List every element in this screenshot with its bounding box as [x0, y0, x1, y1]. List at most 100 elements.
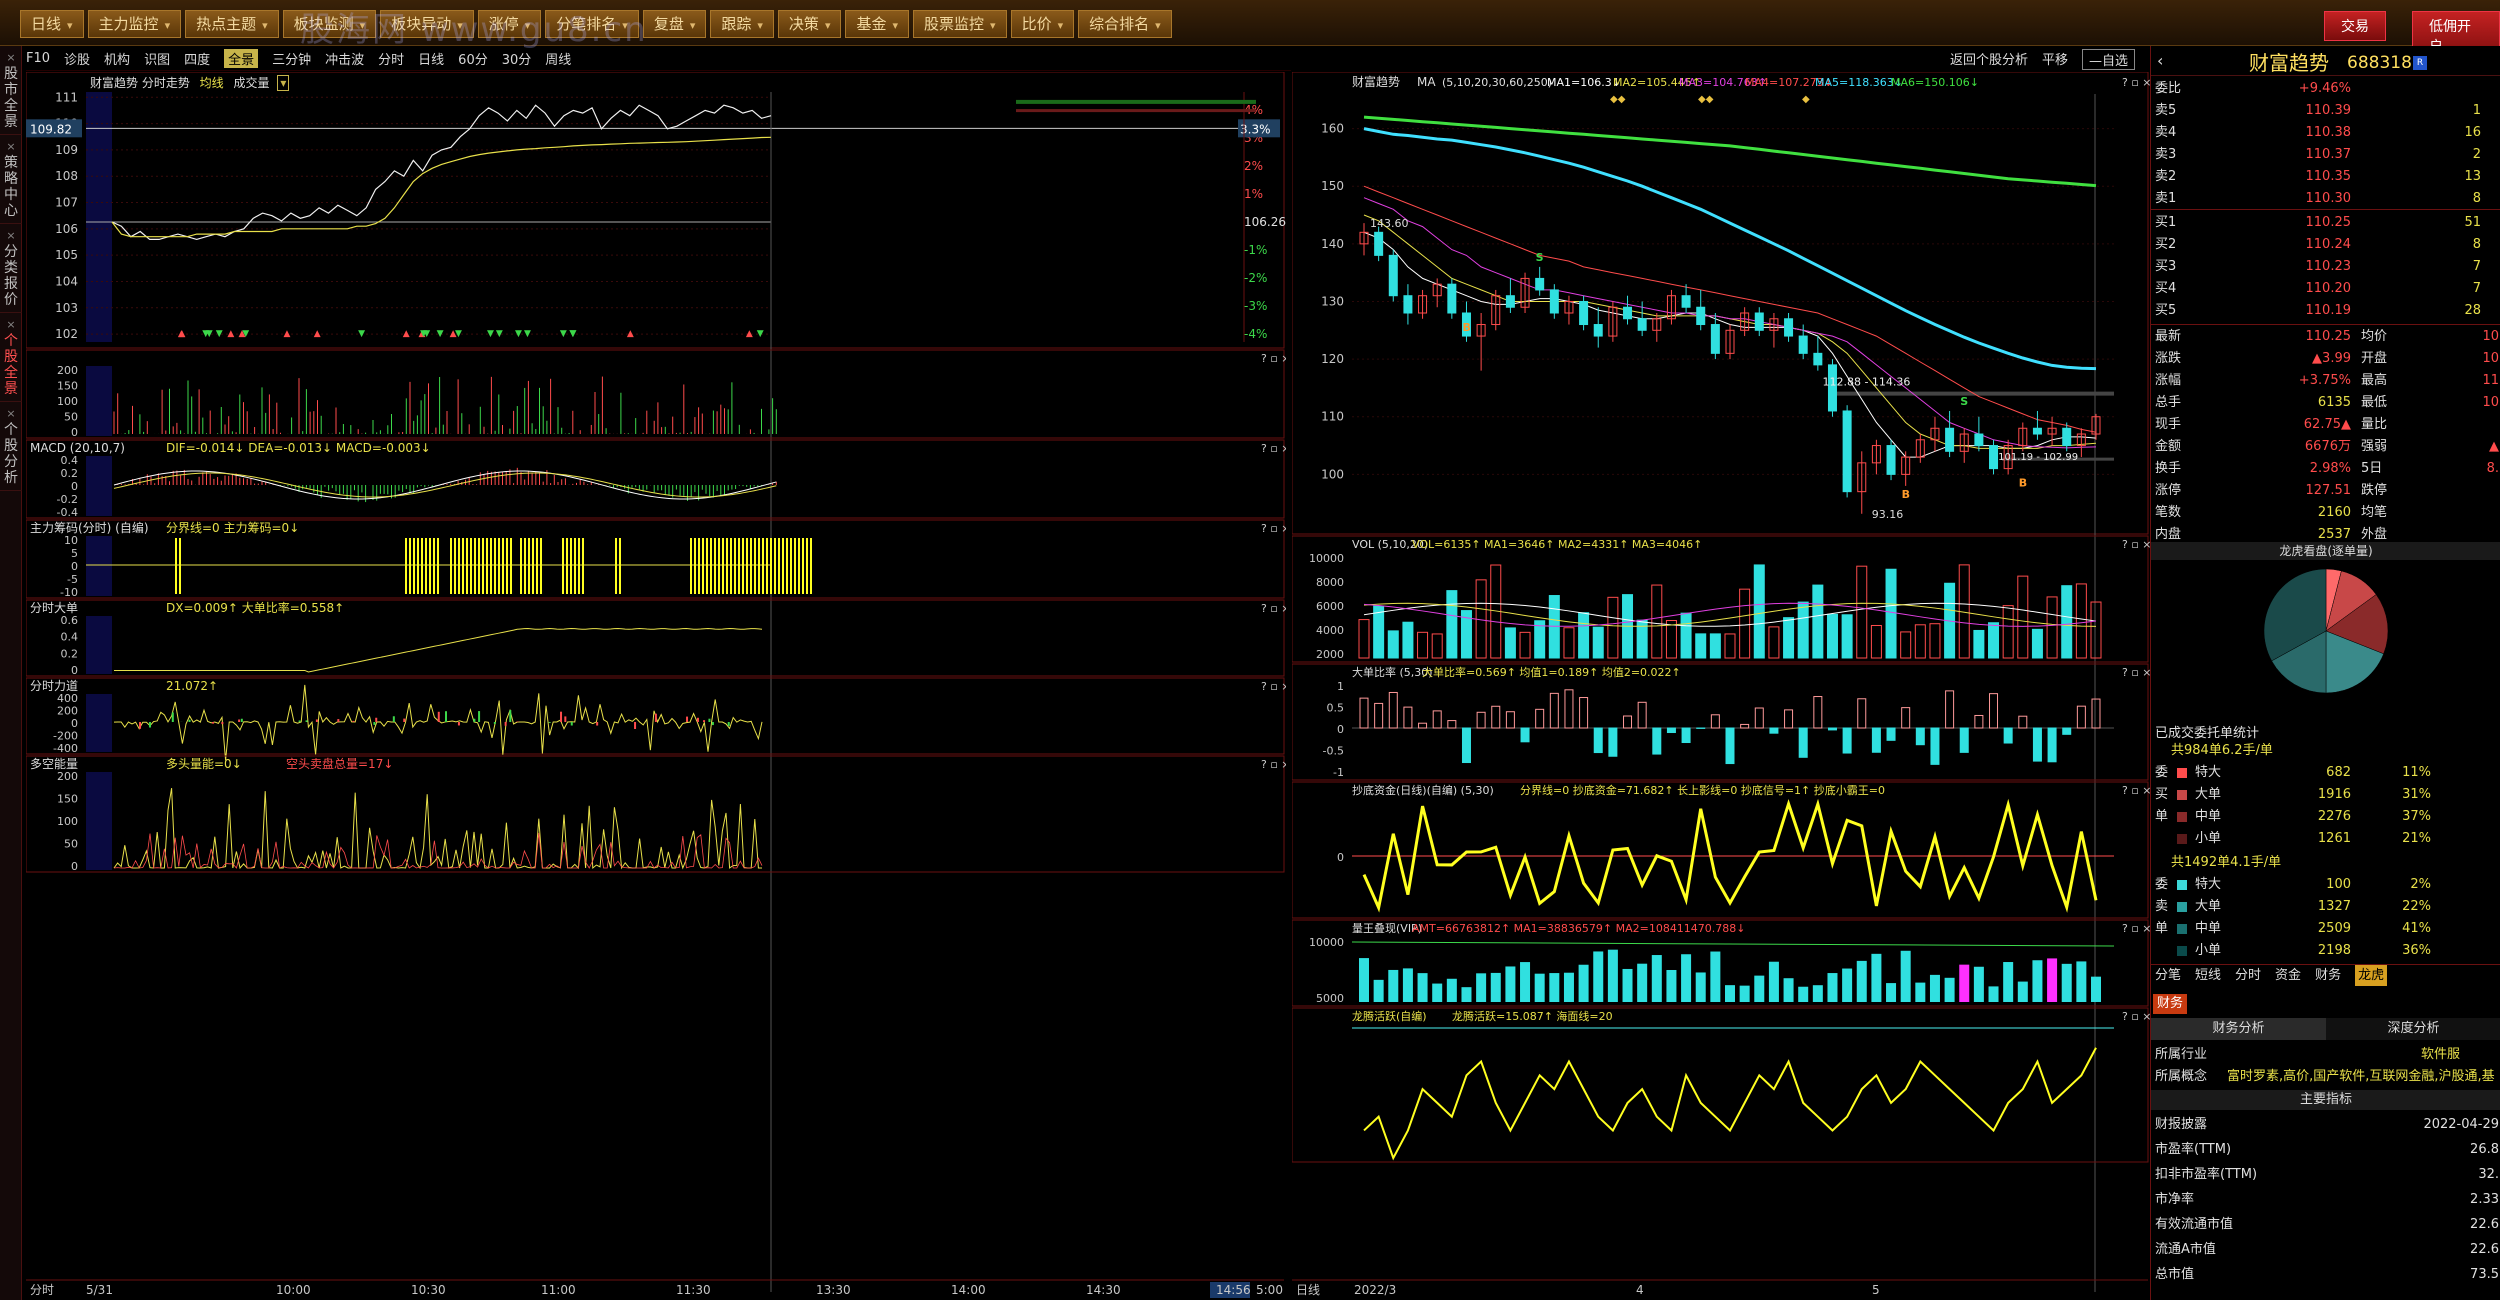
ribbon-button[interactable]: 基金 ▾ [845, 10, 910, 38]
stat-label: 涨跌 [2155, 351, 2182, 366]
ribbon-button[interactable]: 综合排名 ▾ [1078, 10, 1172, 38]
toolbar-item[interactable]: 冲击波 [325, 49, 364, 68]
ribbon-button[interactable]: 跟踪 ▾ [710, 10, 774, 38]
ribbon-button[interactable]: 热点主题 ▾ [185, 10, 279, 38]
stat-value-2: 11 [2482, 373, 2499, 388]
price-tick: 120 [1321, 352, 1344, 366]
toolbar-right-item[interactable]: —自选 [2082, 49, 2136, 70]
toolbar-item[interactable]: 日线 [418, 49, 444, 68]
sub-pane-values: 大单比率=0.569↑ 均值1=0.189↑ 均值2=0.022↑ [1422, 665, 1681, 679]
sub-pane-tick: -200 [53, 730, 78, 743]
time-tick: 14:30 [1086, 1283, 1121, 1297]
amt-bar [1959, 964, 1970, 1002]
toolbar-item[interactable]: 60分 [458, 49, 488, 68]
finance-subtab[interactable]: 深度分析 [2326, 1018, 2500, 1040]
toolbar-item[interactable]: 全景 [224, 49, 259, 68]
ask-row: 卖3 110.37 2 [2151, 144, 2500, 166]
pie-title: 龙虎看盘(逐单量) [2151, 542, 2500, 560]
left-tab[interactable]: × 策略中心 [0, 135, 22, 224]
toolbar-item[interactable]: 30分 [502, 49, 532, 68]
toolbar-item[interactable]: 三分钟 [272, 49, 311, 68]
ribbon-button[interactable]: 日线 ▾ [20, 10, 84, 38]
back-icon[interactable]: ‹ [2157, 50, 2163, 72]
quote-tab[interactable]: 资金 [2275, 965, 2301, 986]
ribbon-button[interactable]: 复盘 ▾ [642, 10, 707, 38]
toolbar-item[interactable]: 分时 [378, 49, 404, 68]
toolbar-item[interactable]: 四度 [184, 49, 210, 68]
big-order-bar [1476, 711, 1486, 729]
order-pct: 41% [2402, 921, 2431, 936]
big-order-bar [1491, 705, 1501, 729]
toolbar-item[interactable]: 诊股 [64, 49, 90, 68]
toolbar-item[interactable]: 机构 [104, 49, 130, 68]
stat-label-2: 均笔 [2361, 505, 2388, 520]
candle-body [1696, 306, 1706, 326]
big-order-bar [1432, 710, 1442, 729]
ribbon-button[interactable]: 主力监控 ▾ [87, 10, 182, 38]
high-label: 143.60 [1370, 217, 1409, 230]
finance-tab[interactable]: 财务 [2153, 994, 2188, 1014]
close-icon[interactable]: × [0, 406, 22, 422]
legend-swatch-icon [2177, 812, 2187, 822]
close-icon[interactable]: × [0, 317, 22, 333]
left-tab[interactable]: × 股市全景 [0, 46, 22, 135]
time-tick: 10:00 [276, 1283, 311, 1297]
amt-bar [1988, 986, 1999, 1002]
trade-button[interactable]: 交易 [2324, 11, 2386, 41]
toolbar-item[interactable]: 识图 [144, 49, 170, 68]
toolbar-item[interactable]: 周线 [545, 49, 571, 68]
toolbar-right-item[interactable]: 平移 [2042, 49, 2068, 70]
left-tab[interactable]: × 个股分析 [0, 402, 22, 491]
fin-value: 73.5 [2470, 1267, 2499, 1282]
amt-bar [1827, 973, 1838, 1002]
close-icon[interactable]: × [0, 50, 22, 66]
vol-ma-line [1363, 602, 2097, 627]
big-order-bar [1930, 727, 1940, 765]
ribbon-button[interactable]: 决策 ▾ [777, 10, 842, 38]
fin-value: 22.6 [2470, 1242, 2499, 1257]
sub-pane-tick: 5 [71, 547, 78, 560]
bid-volume: 7 [2472, 281, 2481, 296]
stat-value: 2.98% [2309, 461, 2351, 476]
volume-bar [1563, 627, 1575, 659]
volume-bar [1929, 623, 1941, 659]
bid-price: 110.24 [2305, 237, 2352, 252]
sub-pane-tick: 0.2 [61, 647, 79, 660]
chevron-down-icon: ▾ [757, 19, 763, 32]
quote-tab[interactable]: 龙虎 [2355, 965, 2388, 986]
bid-price: 110.19 [2305, 303, 2352, 318]
stat-value-2: 10 [2482, 329, 2499, 344]
order-size: 特大 [2195, 877, 2222, 892]
close-icon[interactable]: × [0, 228, 22, 244]
quote-tab[interactable]: 短线 [2195, 965, 2221, 986]
stat-label: 最新 [2155, 329, 2182, 344]
volume-bar [2031, 628, 2043, 659]
concept-value: 富时罗素,高价,国产软件,互联网金融,沪股通,基 [2227, 1069, 2495, 1084]
ribbon-button[interactable]: 比价 ▾ [1010, 10, 1075, 38]
sub-pane-border [26, 349, 1285, 439]
amt-ma-line [1351, 941, 2115, 947]
ribbon-label: 基金 [856, 15, 887, 33]
quote-tab[interactable]: 财务 [2315, 965, 2341, 986]
toolbar-right-item[interactable]: 返回个股分析 [1950, 49, 2028, 70]
big-order-line [114, 628, 763, 673]
big-order-bar [2062, 727, 2072, 735]
quote-tab[interactable]: 分时 [2235, 965, 2261, 986]
legend-swatch-icon [2177, 946, 2187, 956]
close-icon[interactable]: × [0, 139, 22, 155]
toolbar-item[interactable]: F10 [26, 51, 50, 66]
stat-row: 最新 110.25 均价 10 [2151, 326, 2500, 348]
order-row: 小单 2198 36% [2151, 940, 2500, 962]
signal-marker-icon: ▲ [227, 329, 234, 339]
ribbon-button[interactable]: 股票监控 ▾ [913, 10, 1007, 38]
concept-label: 所属概念 [2155, 1069, 2208, 1084]
left-tab[interactable]: × 分类报价 [0, 224, 22, 313]
left-tab[interactable]: × 个股全景 [0, 313, 22, 402]
finance-subtab[interactable]: 财务分析 [2151, 1018, 2326, 1040]
order-size: 大单 [2195, 787, 2222, 802]
ma-value: MA1=106.3↓ [1547, 76, 1621, 89]
ask-level: 卖3 [2155, 147, 2177, 162]
ma-value: MA5=118.363↓ [1815, 76, 1903, 89]
quote-tab[interactable]: 分笔 [2155, 965, 2181, 986]
candle-body [1813, 352, 1823, 366]
